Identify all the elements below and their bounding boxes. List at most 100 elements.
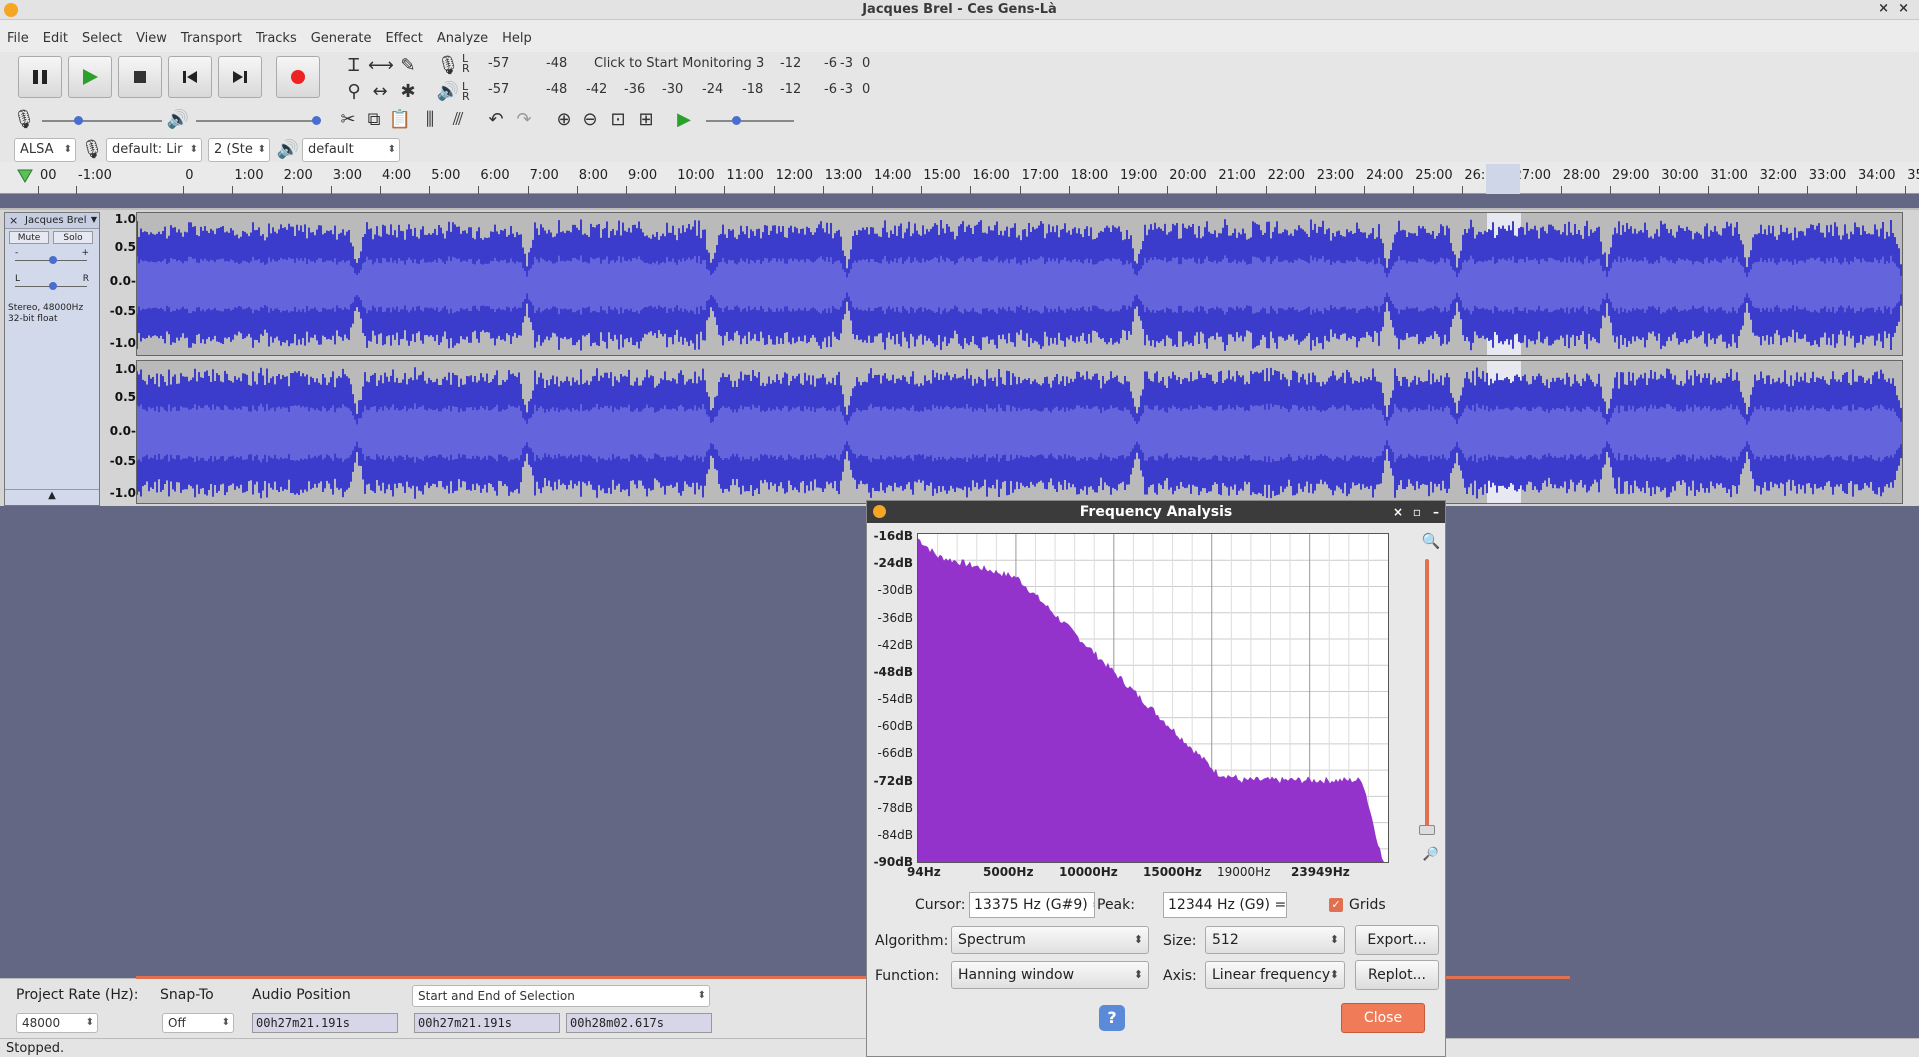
- channel1-scale: 1.0 0.5 0.0- -0.5 -1.0: [109, 212, 136, 350]
- multi-tool-icon[interactable]: ✱: [396, 80, 420, 104]
- ruler-tick-label: 20:00: [1169, 168, 1207, 183]
- skip-end-icon: [233, 71, 247, 83]
- hz-tick-label: 23949Hz: [1291, 865, 1350, 879]
- frequency-axis: 94Hz 5000Hz 10000Hz 15000Hz 19000Hz 23949Hz: [907, 865, 1407, 885]
- ruler-tick-label: 11:00: [726, 168, 764, 183]
- track-menu-chevron-icon[interactable]: ▼: [91, 215, 97, 224]
- channels-select[interactable]: 2 (Ste: [208, 138, 270, 162]
- play-speed-slider[interactable]: [706, 116, 794, 125]
- selection-end-field[interactable]: 00h28m02.617s: [566, 1013, 712, 1033]
- selection-mode-select[interactable]: Start and End of Selection: [412, 985, 710, 1007]
- ruler-tick-mark: [1118, 186, 1119, 194]
- fit-selection-icon[interactable]: ⊡: [606, 108, 630, 132]
- pause-icon: [33, 70, 47, 84]
- snap-to-select[interactable]: Off: [162, 1013, 234, 1033]
- copy-icon[interactable]: ⧉: [362, 108, 386, 132]
- playback-meter-icon[interactable]: 🔊: [436, 80, 460, 104]
- draw-tool-icon[interactable]: ✎: [396, 54, 420, 78]
- audio-position-label: Audio Position: [252, 987, 351, 1003]
- skip-end-button[interactable]: [218, 56, 262, 98]
- dialog-close-icon[interactable]: ×: [1393, 501, 1403, 523]
- waveform-left-channel[interactable]: [136, 212, 1903, 356]
- close-window-icon[interactable]: ×: [1898, 1, 1909, 16]
- stop-button[interactable]: [118, 56, 162, 98]
- hz-tick-label: 15000Hz: [1143, 865, 1202, 879]
- axis-label: Axis:: [1163, 968, 1197, 984]
- trim-icon[interactable]: ⫼: [418, 108, 442, 132]
- dialog-minimize-icon[interactable]: –: [1433, 501, 1439, 523]
- solo-button[interactable]: Solo: [53, 231, 93, 244]
- track-close-icon[interactable]: ×: [9, 214, 18, 227]
- stop-icon: [134, 71, 146, 83]
- cut-icon[interactable]: ✂: [336, 108, 360, 132]
- minimize-icon[interactable]: ×: [1878, 1, 1889, 16]
- playback-device-select[interactable]: default: [302, 138, 400, 162]
- playback-volume-slider[interactable]: [196, 116, 321, 125]
- fit-project-icon[interactable]: ⊞: [634, 108, 658, 132]
- db-tick-label: -78dB: [877, 800, 913, 815]
- mute-button[interactable]: Mute: [9, 231, 49, 244]
- replot-button[interactable]: Replot...: [1355, 960, 1439, 990]
- zoom-slider[interactable]: [1425, 559, 1429, 831]
- pause-button[interactable]: [18, 56, 62, 98]
- collapse-track-icon[interactable]: ▲: [5, 489, 99, 505]
- zoom-in-icon[interactable]: 🔍: [1419, 529, 1443, 553]
- selection-start-field[interactable]: 00h27m21.191s: [414, 1013, 560, 1033]
- hz-tick-label: 10000Hz: [1059, 865, 1118, 879]
- help-button[interactable]: ?: [1099, 1005, 1125, 1031]
- dialog-maximize-icon[interactable]: ▫: [1413, 501, 1421, 523]
- play-at-speed-icon[interactable]: ▶: [672, 108, 696, 132]
- ruler-tick-mark: [1167, 186, 1169, 194]
- size-select[interactable]: 512: [1205, 926, 1345, 954]
- hz-tick-label: 19000Hz: [1217, 865, 1271, 879]
- db-tick-label: -48dB: [873, 664, 913, 679]
- algorithm-select[interactable]: Spectrum: [951, 926, 1149, 954]
- skip-start-button[interactable]: [168, 56, 212, 98]
- ruler-tick-mark: [330, 186, 332, 194]
- cursor-value-field[interactable]: 13375 Hz (G#9) = -66: [969, 892, 1095, 918]
- axis-select[interactable]: Linear frequency: [1205, 961, 1345, 989]
- zoom-in-icon[interactable]: ⊕: [552, 108, 576, 132]
- gain-slider[interactable]: - +: [5, 247, 99, 273]
- selection-tool-icon[interactable]: Ꮖ: [342, 54, 366, 78]
- redo-icon[interactable]: ↷: [512, 108, 536, 132]
- waveform-right-channel[interactable]: [136, 360, 1903, 504]
- track-name-menu[interactable]: Jacques Brel: [25, 215, 86, 226]
- silence-icon[interactable]: ⫻: [446, 108, 470, 132]
- timeshift-tool-icon[interactable]: ↔: [368, 80, 392, 104]
- record-meter-icon[interactable]: 🎙: [436, 54, 460, 78]
- zoom-slider-thumb[interactable]: [1419, 825, 1435, 835]
- ruler-tick-label: 31:00: [1710, 168, 1748, 183]
- grids-checkbox[interactable]: ✓: [1329, 898, 1343, 912]
- ruler-tick-label: 29:00: [1612, 168, 1650, 183]
- ruler-tick-label: 32:00: [1759, 168, 1798, 183]
- undo-icon[interactable]: ↶: [484, 108, 508, 132]
- record-volume-slider[interactable]: [42, 116, 162, 125]
- play-button[interactable]: [68, 56, 112, 98]
- ruler-tick-label: 28:00: [1562, 168, 1601, 183]
- paste-icon[interactable]: 📋: [388, 108, 412, 132]
- audio-position-field[interactable]: 00h27m21.191s: [252, 1013, 398, 1033]
- pan-slider[interactable]: L R: [5, 273, 99, 299]
- close-button[interactable]: Close: [1341, 1003, 1425, 1033]
- spectrum-plot[interactable]: [917, 533, 1389, 863]
- record-button[interactable]: [276, 56, 320, 98]
- export-button[interactable]: Export...: [1355, 925, 1439, 955]
- selection-toolbar: Project Rate (Hz): 48000 Snap-To Off Aud…: [0, 978, 866, 1038]
- audio-host-select[interactable]: ALSA: [14, 138, 76, 162]
- ruler-tick-label: 33:00: [1808, 168, 1847, 183]
- zoom-out-icon[interactable]: ⊖: [578, 108, 602, 132]
- playback-meter[interactable]: -57 -48 -42 -36 -30 -24 -18 -12 -6 -3 0: [474, 82, 874, 100]
- recording-device-select[interactable]: default: Lir: [106, 138, 202, 162]
- ruler-tick-label: 35:00: [1907, 168, 1919, 183]
- project-rate-select[interactable]: 48000: [16, 1013, 98, 1033]
- function-select[interactable]: Hanning window: [951, 961, 1149, 989]
- ruler-tick-label: 9:00: [628, 168, 658, 183]
- ruler-tick-label: 4:00: [382, 168, 412, 183]
- record-meter[interactable]: -57 -48 Click to Start Monitoring 3 -12 …: [474, 56, 874, 74]
- timeline-ruler[interactable]: 00 -1:00 0 1:00 2:00 3:00 4:00 5:00 6:00 7:00 8:00…: [0, 162, 1919, 194]
- peak-value-field[interactable]: 12344 Hz (G9) = -62.1: [1163, 892, 1287, 918]
- envelope-tool-icon[interactable]: ⟷: [368, 54, 394, 78]
- zoom-tool-icon[interactable]: ⚲: [342, 80, 366, 104]
- zoom-out-icon[interactable]: 🔎: [1419, 843, 1443, 867]
